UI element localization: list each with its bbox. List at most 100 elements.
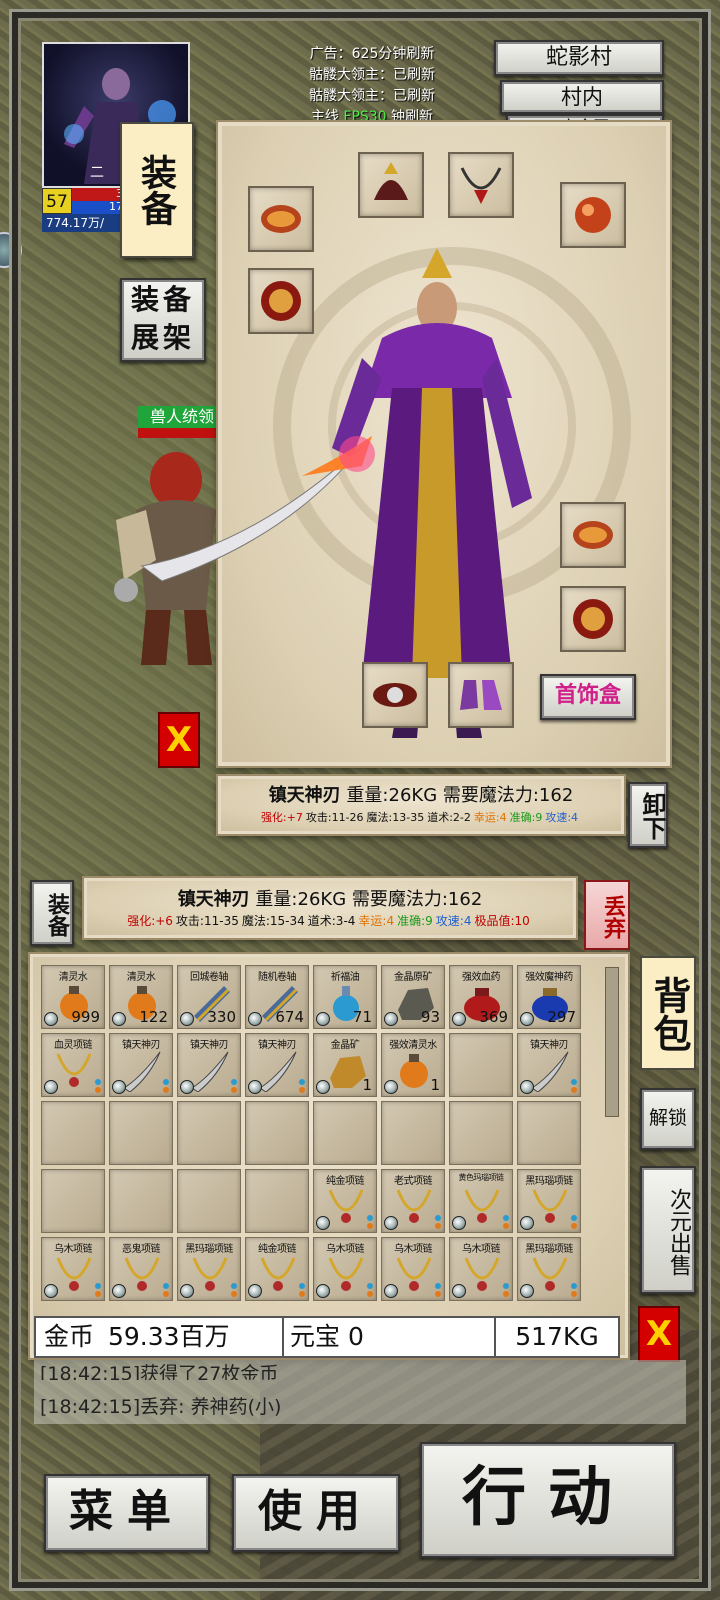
- unlock-button[interactable]: 解锁: [640, 1088, 696, 1150]
- quality-dots-icon: [571, 1283, 577, 1297]
- inventory-slot-empty[interactable]: [449, 1101, 513, 1165]
- inventory-slot[interactable]: 回城卷轴 330: [177, 965, 241, 1029]
- item-stat: 攻击:11-26: [305, 811, 364, 824]
- equip-tab-button[interactable]: 装备: [120, 122, 194, 258]
- necklace-icon: [328, 1189, 364, 1223]
- binding-gem-icon: [248, 1080, 262, 1094]
- equipped-item-name: 镇天神刃: [268, 785, 341, 806]
- helmet-slot[interactable]: [358, 152, 424, 218]
- quality-dots-icon: [503, 1283, 509, 1297]
- inventory-slot[interactable]: 强效清灵水 1: [381, 1033, 445, 1097]
- unequip-label: 卸下: [638, 792, 664, 840]
- inventory-slot[interactable]: 清灵水 122: [109, 965, 173, 1029]
- unequip-button[interactable]: 卸下: [628, 782, 668, 848]
- ring-right-slot[interactable]: [560, 586, 626, 652]
- boots-slot[interactable]: [448, 662, 514, 728]
- inventory-slot[interactable]: 金晶矿 1: [313, 1033, 377, 1097]
- inventory-slot[interactable]: 恶鬼项链: [109, 1237, 173, 1301]
- belt-icon: [373, 683, 417, 707]
- belt-slot[interactable]: [362, 662, 428, 728]
- medal-slot[interactable]: [560, 182, 626, 248]
- quality-dots-icon: [231, 1283, 237, 1297]
- ring-icon: [573, 599, 613, 639]
- side-round-icon[interactable]: [0, 232, 22, 268]
- ring-left-slot[interactable]: [248, 268, 314, 334]
- binding-gem-icon: [180, 1080, 194, 1094]
- ring-icon: [261, 281, 301, 321]
- boots-icon: [460, 680, 502, 710]
- binding-gem-icon: [452, 1284, 466, 1298]
- inventory-slot-empty[interactable]: [517, 1101, 581, 1165]
- bag-button[interactable]: 背包: [640, 956, 696, 1070]
- item-stat: 强化:+7: [260, 811, 303, 824]
- bracelet-left-slot[interactable]: [248, 186, 314, 252]
- discard-button[interactable]: 丢弃: [584, 880, 630, 950]
- inventory-slot[interactable]: 乌木项链: [41, 1237, 105, 1301]
- necklace-slot[interactable]: [448, 152, 514, 218]
- inventory-slot[interactable]: 镇天神刃: [245, 1033, 309, 1097]
- inventory-slot[interactable]: 乌木项链: [313, 1237, 377, 1301]
- item-stat: 准确:9: [509, 811, 543, 824]
- inventory-slot[interactable]: 祈福油 71: [313, 965, 377, 1029]
- inventory-slot[interactable]: 黑玛瑙项链: [177, 1237, 241, 1301]
- inventory-slot[interactable]: 镇天神刃: [109, 1033, 173, 1097]
- inventory-slot[interactable]: 黑玛瑙项链: [517, 1169, 581, 1233]
- inventory-slot[interactable]: 强效魔神药 297: [517, 965, 581, 1029]
- inventory-slot-empty[interactable]: [109, 1101, 173, 1165]
- inventory-slot[interactable]: 老式项链: [381, 1169, 445, 1233]
- equip-display-button[interactable]: 装备 展架: [120, 278, 206, 362]
- area-name[interactable]: 村内: [500, 80, 664, 114]
- item-stat: 魔法:15-34: [241, 914, 305, 928]
- use-button[interactable]: 使用: [232, 1474, 400, 1552]
- currency-bar: 金币 59.33百万 元宝 0 517KG: [34, 1316, 620, 1358]
- inventory-slot-empty[interactable]: [245, 1169, 309, 1233]
- inventory-slot[interactable]: 黑玛瑙项链: [517, 1237, 581, 1301]
- necklace-icon: [328, 1257, 364, 1291]
- item-stat: 幸运:4: [473, 811, 507, 824]
- item-stat: 道术:3-4: [307, 914, 356, 928]
- inventory-slot[interactable]: 镇天神刃: [517, 1033, 581, 1097]
- inventory-slot[interactable]: 清灵水 999: [41, 965, 105, 1029]
- inventory-slot-empty[interactable]: [41, 1101, 105, 1165]
- equip-small-button[interactable]: 装备: [30, 880, 74, 946]
- item-count: 122: [139, 1008, 168, 1026]
- log-line: [18:42:15]获得了27枚金币: [40, 1363, 279, 1380]
- quality-dots-icon: [299, 1079, 305, 1093]
- binding-gem-icon: [316, 1012, 330, 1026]
- quality-dots-icon: [367, 1215, 373, 1229]
- dimension-sale-button[interactable]: 次元出售: [640, 1166, 696, 1294]
- inventory-slot-empty[interactable]: [313, 1101, 377, 1165]
- item-count: 297: [547, 1008, 576, 1026]
- inventory-slot[interactable]: 纯金项链: [313, 1169, 377, 1233]
- blade-icon: [191, 1051, 229, 1092]
- inventory-slot-empty[interactable]: [109, 1169, 173, 1233]
- inventory-slot[interactable]: 纯金项链: [245, 1237, 309, 1301]
- inventory-slot[interactable]: 乌木项链: [381, 1237, 445, 1301]
- inventory-slot[interactable]: 乌木项链: [449, 1237, 513, 1301]
- close-equip-button[interactable]: X: [158, 712, 200, 768]
- inventory-slot-empty[interactable]: [177, 1101, 241, 1165]
- item-count: 369: [479, 1008, 508, 1026]
- bracelet-right-slot[interactable]: [560, 502, 626, 568]
- item-stat: 道术:2-2: [427, 811, 471, 824]
- inventory-slot-empty[interactable]: [245, 1101, 309, 1165]
- blade-icon: [123, 1051, 161, 1092]
- inventory-slot[interactable]: 强效血药 369: [449, 965, 513, 1029]
- quality-dots-icon: [571, 1079, 577, 1093]
- inventory-slot[interactable]: 黄色玛瑙项链: [449, 1169, 513, 1233]
- item-stat: 极品值:10: [474, 914, 530, 928]
- inventory-slot[interactable]: 随机卷轴 674: [245, 965, 309, 1029]
- inventory-slot[interactable]: 血灵项链: [41, 1033, 105, 1097]
- accessory-box-button[interactable]: 首饰盒: [540, 674, 636, 720]
- inventory-scrollbar[interactable]: [605, 967, 619, 1117]
- inventory-slot-empty[interactable]: [381, 1101, 445, 1165]
- inventory-slot-empty[interactable]: [41, 1169, 105, 1233]
- action-button[interactable]: 行动: [420, 1442, 676, 1558]
- close-bag-button[interactable]: X: [638, 1306, 680, 1362]
- inventory-slot[interactable]: 金晶原矿 93: [381, 965, 445, 1029]
- map-name[interactable]: 蛇影村: [494, 40, 664, 76]
- menu-button[interactable]: 菜单: [44, 1474, 210, 1552]
- inventory-slot[interactable]: 镇天神刃: [177, 1033, 241, 1097]
- inventory-slot-empty[interactable]: [449, 1033, 513, 1097]
- inventory-slot-empty[interactable]: [177, 1169, 241, 1233]
